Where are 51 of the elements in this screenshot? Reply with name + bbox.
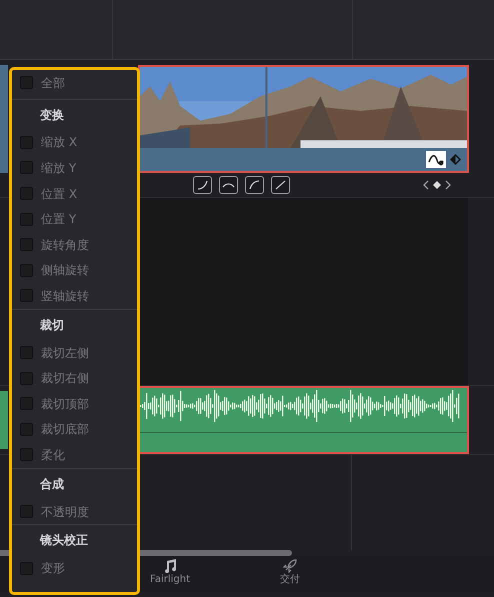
menu-item[interactable]: 不透明度 bbox=[12, 498, 137, 524]
ease-out-button[interactable] bbox=[245, 176, 264, 194]
checkbox[interactable] bbox=[20, 346, 33, 360]
menu-item[interactable]: 旋转角度 bbox=[12, 232, 137, 258]
checkbox[interactable] bbox=[20, 289, 33, 302]
keyframe-icon[interactable] bbox=[450, 154, 461, 165]
clip-edge bbox=[0, 391, 8, 449]
menu-item[interactable]: 侧轴旋转 bbox=[12, 258, 137, 284]
keyframe-navigation-icon[interactable] bbox=[422, 180, 452, 190]
menu-item[interactable]: 位置 Y bbox=[12, 206, 137, 232]
menu-item[interactable]: 裁切右侧 bbox=[12, 365, 137, 391]
checkbox[interactable] bbox=[20, 161, 33, 174]
page-tab[interactable]: 交付 bbox=[260, 559, 320, 586]
linear-button[interactable] bbox=[271, 176, 290, 194]
video-clip[interactable] bbox=[138, 65, 469, 173]
section-title: 裁切 bbox=[39, 316, 65, 334]
page-tab[interactable]: Fairlight bbox=[140, 559, 200, 586]
rocket-icon bbox=[283, 559, 297, 573]
menu-item[interactable]: 位置 X bbox=[12, 180, 137, 206]
section-title: 镜头校正 bbox=[38, 532, 89, 550]
checkbox[interactable] bbox=[20, 264, 33, 277]
checkbox[interactable] bbox=[20, 422, 33, 436]
checkbox[interactable] bbox=[20, 187, 33, 200]
menu-item[interactable]: 裁切左侧 bbox=[12, 340, 137, 366]
curve-icon bbox=[196, 179, 209, 191]
curve-icon bbox=[274, 179, 287, 191]
checkbox[interactable] bbox=[20, 238, 33, 252]
audio-clip[interactable] bbox=[138, 386, 469, 454]
menu-item[interactable]: 全部 bbox=[12, 70, 137, 96]
section-title: 变换 bbox=[38, 106, 65, 124]
checkbox[interactable] bbox=[20, 212, 33, 226]
menu-item[interactable]: 缩放 Y bbox=[12, 155, 137, 181]
ease-curve-button[interactable] bbox=[219, 176, 238, 194]
checkbox[interactable] bbox=[20, 136, 33, 149]
menu-item[interactable]: 变形 bbox=[12, 555, 137, 581]
menu-item[interactable]: 竖轴旋转 bbox=[12, 283, 137, 309]
menu-item[interactable]: 裁切顶部 bbox=[12, 390, 137, 417]
menu-item[interactable]: 缩放 X bbox=[12, 130, 137, 156]
checkbox[interactable] bbox=[20, 76, 33, 90]
menu-item[interactable]: 柔化 bbox=[12, 442, 137, 468]
checkbox[interactable] bbox=[20, 372, 33, 385]
music-note-icon bbox=[163, 559, 177, 573]
curve-icon bbox=[248, 179, 261, 191]
checkbox[interactable] bbox=[20, 505, 33, 518]
checkbox[interactable] bbox=[20, 448, 33, 462]
checkbox[interactable] bbox=[20, 562, 33, 575]
menu-item[interactable]: 裁切底部 bbox=[12, 416, 137, 442]
checkbox[interactable] bbox=[20, 397, 33, 410]
ease-in-button[interactable] bbox=[193, 176, 212, 194]
curve-toggle-icon[interactable] bbox=[426, 151, 446, 168]
section-title: 合成 bbox=[39, 476, 65, 493]
